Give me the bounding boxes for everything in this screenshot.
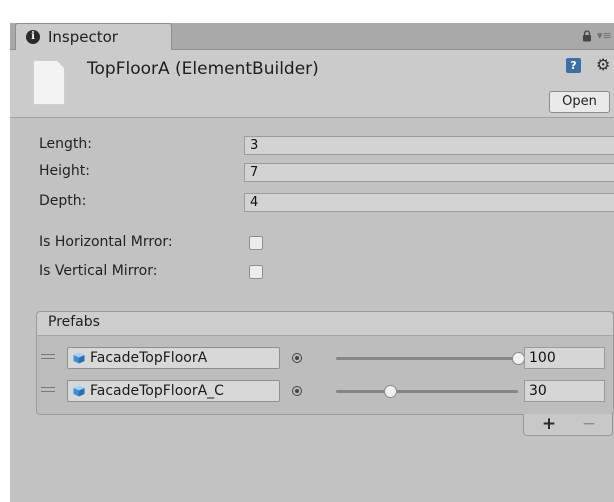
drag-handle-icon[interactable] (41, 387, 55, 395)
weight-field[interactable]: 100 (524, 347, 605, 369)
tab-inspector[interactable]: i Inspector (15, 23, 172, 51)
height-label: Height: (39, 163, 90, 179)
prefab-object-field[interactable]: FacadeTopFloorA_C (67, 380, 280, 402)
drag-handle-icon[interactable] (41, 354, 55, 362)
prefab-name: FacadeTopFloorA (90, 350, 208, 366)
target-icon[interactable] (292, 386, 302, 396)
target-icon[interactable] (292, 353, 302, 363)
prefabs-header (37, 312, 613, 336)
weight-field[interactable]: 30 (524, 380, 605, 402)
length-field[interactable]: 3 (244, 136, 614, 155)
cube-icon (73, 352, 85, 364)
weight-slider[interactable] (336, 390, 518, 393)
lock-icon[interactable] (582, 30, 592, 42)
slider-knob[interactable] (384, 385, 398, 398)
remove-button[interactable]: − (581, 414, 597, 434)
prefab-name: FacadeTopFloorA_C (90, 383, 224, 399)
weight-slider[interactable] (336, 357, 518, 360)
vertical-mirror-label: Is Vertical Mirror: (39, 263, 158, 279)
add-button[interactable]: + (541, 414, 557, 434)
prefabs-title: Prefabs (48, 314, 100, 330)
gear-icon[interactable]: ⚙ (596, 56, 610, 74)
slider-knob[interactable] (511, 352, 525, 365)
file-icon (33, 60, 65, 105)
info-icon: i (26, 30, 40, 44)
help-icon[interactable]: ? (566, 58, 581, 73)
list-footer (523, 414, 613, 436)
menu-icon[interactable]: ▾≡ (597, 30, 612, 42)
cube-icon (73, 385, 85, 397)
height-field[interactable]: 7 (244, 163, 614, 182)
prefab-object-field[interactable]: FacadeTopFloorA (67, 347, 280, 369)
depth-field[interactable]: 4 (244, 193, 614, 212)
horizontal-mirror-label: Is Horizontal Mrror: (39, 234, 173, 250)
length-label: Length: (39, 136, 93, 152)
horizontal-mirror-checkbox[interactable] (249, 236, 263, 250)
open-button[interactable]: Open (549, 91, 610, 113)
vertical-mirror-checkbox[interactable] (249, 265, 263, 279)
component-title: TopFloorA (ElementBuilder) (87, 59, 319, 79)
depth-label: Depth: (39, 193, 87, 209)
tab-label: Inspector (48, 28, 118, 46)
